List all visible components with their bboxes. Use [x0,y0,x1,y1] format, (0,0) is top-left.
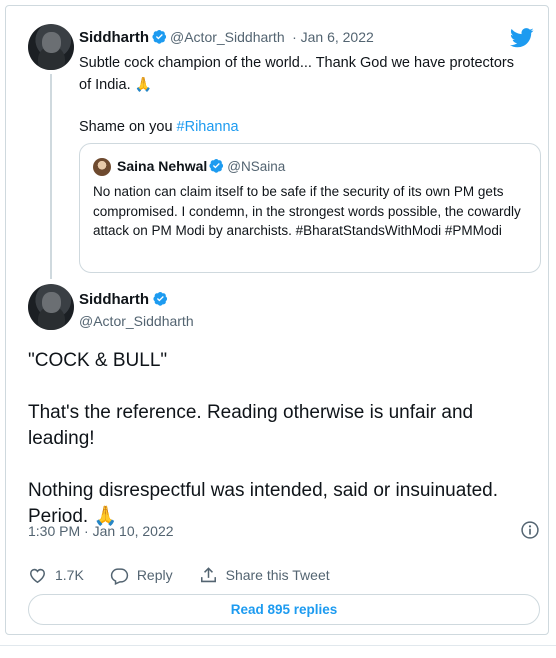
share-icon [200,566,216,582]
verified-badge-icon [209,158,224,173]
reply-icon [110,567,128,585]
tweet1-header: Siddharth @Actor_Siddharth · Jan 6, 2022 [79,29,374,47]
tweet-embed-card: Siddharth @Actor_Siddharth · Jan 6, 2022 … [5,5,549,635]
heart-icon [30,568,45,583]
tweet-date[interactable]: · Jan 6, 2022 [292,29,374,45]
avatar[interactable] [28,284,74,330]
share-button[interactable]: Share this Tweet [199,566,330,585]
tweet2-name-row: Siddharth [79,291,168,309]
tweet2-para2: That's the reference. Reading otherwise … [28,402,474,449]
quoted-tweet[interactable]: Saina Nehwal @NSaina No nation can claim … [79,143,541,273]
share-label: Share this Tweet [225,567,330,583]
quoted-author-name: Saina Nehwal [117,158,208,174]
verified-badge-icon [153,291,168,306]
info-icon[interactable] [520,520,540,540]
tweet1-body: Subtle cock champion of the world... Tha… [79,53,541,138]
author-name[interactable]: Siddharth [79,291,149,308]
like-count: 1.7K [55,567,84,583]
thread-connector-line [50,74,52,279]
quoted-avatar [93,158,111,176]
like-button[interactable]: 1.7K [28,566,84,585]
author-name[interactable]: Siddharth [79,29,149,46]
tweet-timestamp[interactable]: 1:30 PM · Jan 10, 2022 [28,523,174,539]
author-handle[interactable]: @Actor_Siddharth [170,29,285,45]
quoted-text: No nation can claim itself to be safe if… [93,184,521,238]
folded-hands-emoji: 🙏 [134,76,153,92]
hashtag-link[interactable]: #Rihanna [177,119,239,135]
author-handle[interactable]: @Actor_Siddharth [79,313,194,329]
twitter-bird-icon[interactable] [510,28,534,48]
tweet1-text-line2: of India. [79,77,131,93]
quoted-author-handle: @NSaina [227,159,286,174]
reply-button[interactable]: Reply [110,566,173,585]
tweet1-text-line1: Subtle cock champion of the world... Tha… [79,55,514,71]
avatar[interactable] [28,24,74,70]
tweet1-text-shame: Shame on you [79,119,177,135]
read-replies-button[interactable]: Read 895 replies [28,594,540,625]
tweet2-para1: "COCK & BULL" [28,350,168,371]
tweet-actions: 1.7K Reply Share this Tweet [28,564,356,586]
tweet2-body: "COCK & BULL" That's the reference. Read… [28,348,538,530]
quoted-header: Saina Nehwal @NSaina [117,158,285,176]
reply-label: Reply [136,567,173,583]
verified-badge-icon [152,29,167,44]
page-bottom-divider [0,645,556,658]
